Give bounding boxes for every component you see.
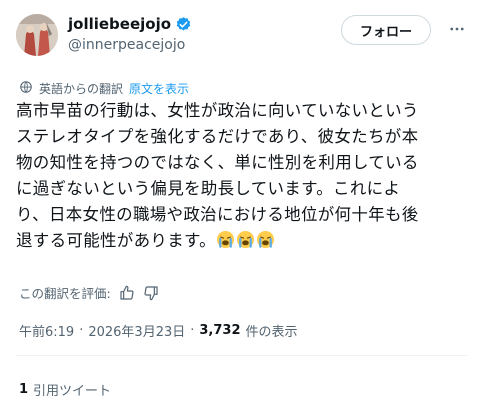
- avatar-image: [16, 14, 58, 56]
- tweet-text-line: 物の知性を持つのではなく、単に性別を利用している: [16, 153, 419, 172]
- tweet-time[interactable]: 午前6:19: [19, 321, 74, 340]
- author-handle[interactable]: @innerpeacejojo: [68, 37, 185, 53]
- author-name-line[interactable]: jolliebeejojo: [68, 15, 192, 33]
- tweet-card: jolliebeejojo @innerpeacejojo フォロー 英語からの…: [0, 0, 480, 409]
- meta-separator: ·: [190, 323, 195, 338]
- avatar[interactable]: [16, 14, 58, 56]
- tweet-text-line: ステレオタイプを強化するだけであり、彼女たちが本: [16, 127, 419, 146]
- tweet-meta: 午前6:19 · 2026年3月23日 · 3,732 件の表示: [19, 321, 298, 340]
- tweet-text: 高市早苗の行動は、女性が政治に向いていないという ステレオタイプを強化するだけで…: [16, 98, 468, 254]
- translation-source-label: 英語からの翻訳: [39, 82, 124, 96]
- tweet-text-line: 退する可能性があります。: [16, 231, 216, 250]
- thumbs-up-icon[interactable]: [119, 285, 135, 301]
- loudly-crying-face-icon: [216, 230, 235, 249]
- quote-label: 引用ツイート: [33, 384, 112, 399]
- thumbs-down-icon[interactable]: [143, 285, 159, 301]
- follow-button[interactable]: フォロー: [341, 15, 431, 45]
- quote-count: 1: [19, 382, 29, 397]
- meta-separator: ·: [79, 323, 84, 338]
- views-count: 3,732: [199, 323, 241, 338]
- views-label: 件の表示: [245, 325, 298, 340]
- tweet-text-line: に過ぎないという偏見を助長しています。これによ: [16, 179, 401, 198]
- translation-notice: 英語からの翻訳 原文を表示: [19, 80, 189, 97]
- show-original-link[interactable]: 原文を表示: [129, 80, 189, 97]
- verified-badge-icon: [175, 16, 192, 33]
- loudly-crying-face-icon: [256, 230, 275, 249]
- tweet-text-last-line: 退する可能性があります。: [16, 228, 468, 254]
- rate-translation-label: この翻訳を評価:: [19, 286, 111, 301]
- display-name[interactable]: jolliebeejojo: [68, 15, 171, 33]
- translate-icon: [19, 80, 33, 97]
- loudly-crying-face-icon: [236, 230, 255, 249]
- tweet-date[interactable]: 2026年3月23日: [88, 321, 185, 340]
- tweet-text-line: 高市早苗の行動は、女性が政治に向いていないという: [16, 101, 419, 120]
- quote-tweets-link[interactable]: 1 引用ツイート: [19, 380, 111, 399]
- rate-translation: この翻訳を評価:: [19, 283, 159, 302]
- tweet-text-line: り、日本女性の職場や政治における地位が何十年も後: [16, 205, 419, 224]
- divider: [16, 355, 468, 356]
- more-options-icon[interactable]: [446, 18, 468, 40]
